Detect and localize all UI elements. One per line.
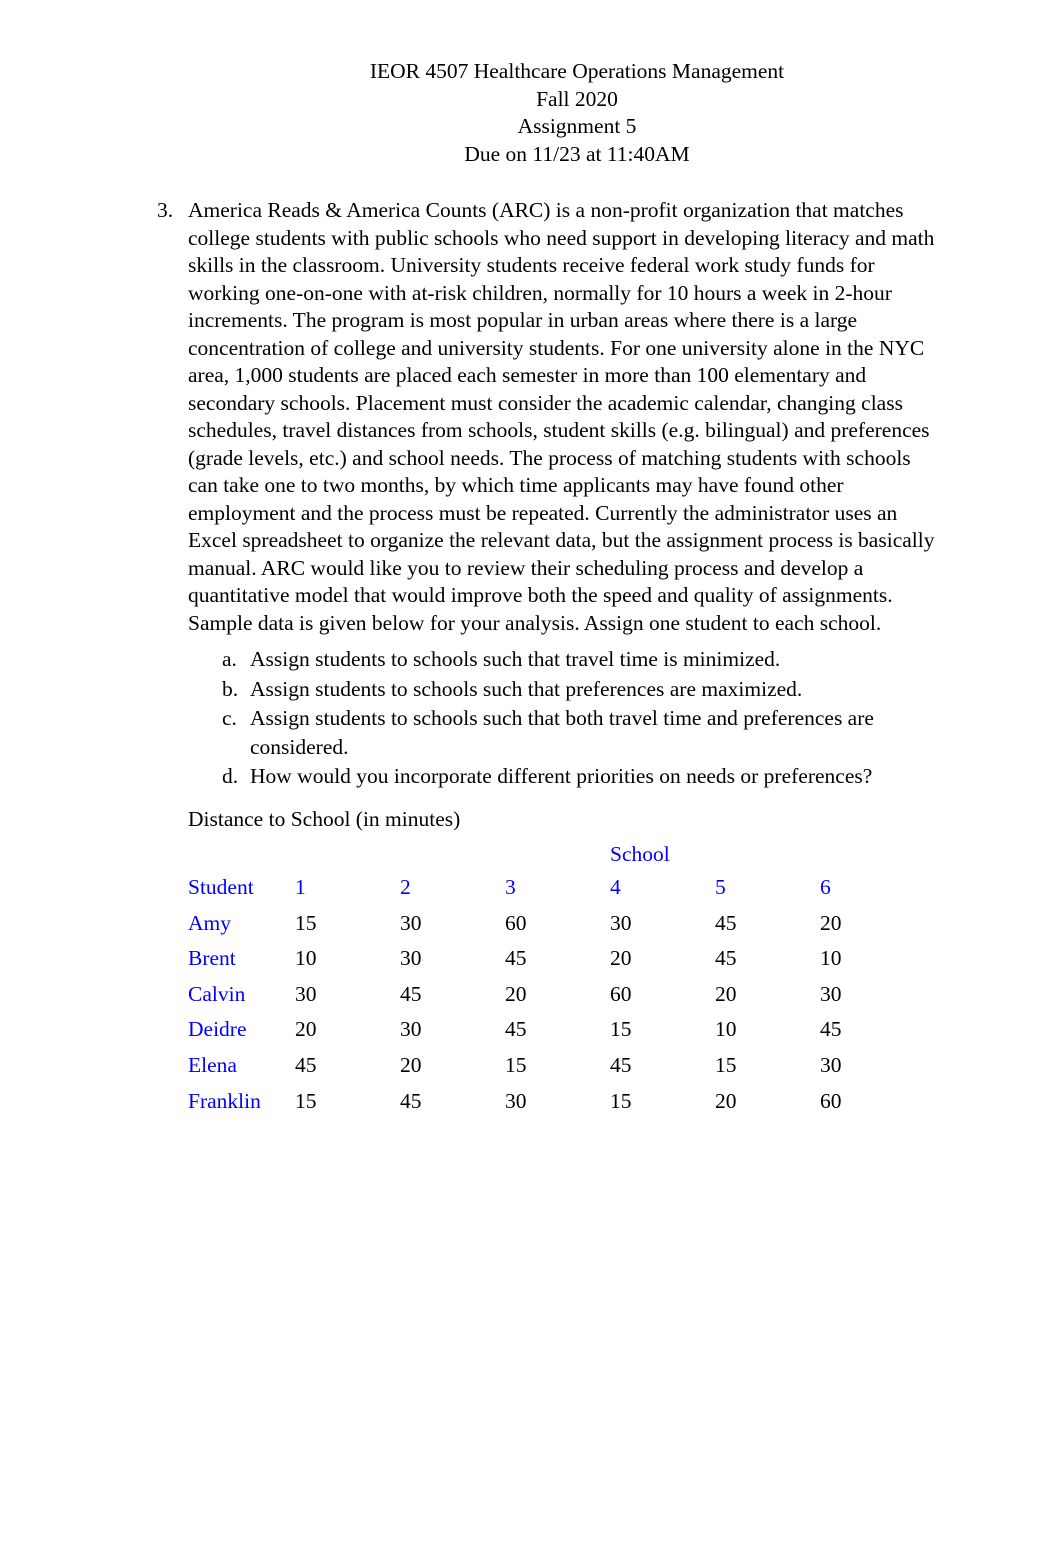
column-header-school-3: 3: [505, 875, 516, 899]
row-label-calvin: Calvin: [188, 981, 246, 1006]
list-item: a. Assign students to schools such that …: [222, 645, 947, 674]
column-header-school-2: 2: [400, 875, 411, 899]
cell-amy-5: 45: [715, 910, 737, 935]
cell-amy-3: 60: [505, 910, 527, 935]
cell-brent-3: 45: [505, 946, 527, 971]
group-header-spacer-6: [820, 838, 925, 870]
document-page: IEOR 4507 Healthcare Operations Manageme…: [0, 0, 1062, 1561]
column-header-student: Student: [188, 875, 254, 899]
list-item: b. Assign students to schools such that …: [222, 675, 947, 704]
subitem-marker-d: d.: [222, 764, 239, 788]
table-row: Elena 45 20 15 45 15 30: [188, 1048, 925, 1084]
cell-calvin-1: 30: [295, 981, 317, 1006]
group-header-spacer-1: [295, 838, 400, 870]
column-header-school-1: 1: [295, 875, 306, 899]
subitem-marker-b: b.: [222, 676, 239, 701]
subitem-text-d: How would you incorporate different prio…: [250, 764, 873, 788]
table-group-header-row: School: [188, 838, 925, 870]
problem-subitem-list: a. Assign students to schools such that …: [222, 645, 947, 791]
cell-deidre-3: 45: [505, 1017, 527, 1042]
problem-main-row: 3. America Reads & America Counts (ARC) …: [157, 197, 947, 792]
cell-franklin-6: 60: [820, 1088, 842, 1113]
problem-block: 3. America Reads & America Counts (ARC) …: [157, 197, 947, 792]
group-header-spacer-5: [715, 838, 820, 870]
cell-brent-5: 45: [715, 946, 737, 971]
cell-elena-5: 15: [715, 1052, 737, 1077]
row-label-brent: Brent: [188, 946, 236, 971]
distance-table-grid: School Student 1 2 3 4 5 6 Amy 15 30 60 …: [188, 838, 925, 1119]
problem-body: America Reads & America Counts (ARC) is …: [188, 197, 947, 792]
column-header-school-5: 5: [715, 875, 726, 899]
list-item: c. Assign students to schools such that …: [222, 704, 947, 761]
cell-amy-4: 30: [610, 910, 632, 935]
cell-deidre-5: 10: [715, 1017, 737, 1042]
column-header-school-4: 4: [610, 875, 621, 899]
group-header-spacer: [188, 838, 295, 870]
problem-number: 3.: [157, 198, 174, 222]
cell-franklin-2: 45: [400, 1088, 422, 1113]
subitem-marker-c: c.: [222, 706, 237, 730]
row-label-elena: Elena: [188, 1052, 237, 1077]
cell-amy-2: 30: [400, 910, 422, 935]
table-row: Brent 10 30 45 20 45 10: [188, 941, 925, 977]
subitem-marker-a: a.: [222, 647, 237, 671]
cell-franklin-5: 20: [715, 1088, 737, 1113]
problem-statement: America Reads & America Counts (ARC) is …: [188, 198, 935, 635]
cell-deidre-4: 15: [610, 1017, 632, 1042]
table-caption: Distance to School (in minutes): [188, 807, 461, 831]
header-line-course: IEOR 4507 Healthcare Operations Manageme…: [369, 59, 785, 83]
header-line-term: Fall 2020: [536, 86, 618, 111]
cell-amy-6: 20: [820, 910, 842, 935]
cell-brent-2: 30: [400, 946, 422, 971]
subitem-text-b: Assign students to schools such that pre…: [250, 676, 803, 701]
table-header-row: Student 1 2 3 4 5 6: [188, 870, 925, 906]
cell-calvin-3: 20: [505, 981, 527, 1006]
row-label-franklin: Franklin: [188, 1088, 261, 1113]
cell-calvin-5: 20: [715, 981, 737, 1006]
column-header-school-6: 6: [820, 875, 831, 899]
row-label-amy: Amy: [188, 910, 231, 935]
cell-elena-2: 20: [400, 1052, 422, 1077]
cell-deidre-6: 45: [820, 1017, 842, 1042]
table-row: Amy 15 30 60 30 45 20: [188, 906, 925, 942]
table-row: Franklin 15 45 30 15 20 60: [188, 1084, 925, 1120]
cell-franklin-3: 30: [505, 1088, 527, 1113]
cell-franklin-4: 15: [610, 1088, 632, 1113]
group-header-spacer-3: [505, 838, 610, 870]
row-label-deidre: Deidre: [188, 1017, 247, 1042]
cell-brent-6: 10: [820, 946, 842, 971]
cell-deidre-1: 20: [295, 1017, 317, 1042]
cell-brent-4: 20: [610, 946, 632, 971]
cell-amy-1: 15: [295, 910, 317, 935]
subitem-text-a: Assign students to schools such that tra…: [250, 647, 781, 671]
group-header-spacer-2: [400, 838, 505, 870]
cell-elena-1: 45: [295, 1052, 317, 1077]
table-row: Calvin 30 45 20 60 20 30: [188, 977, 925, 1013]
cell-elena-3: 15: [505, 1052, 527, 1077]
table-row: Deidre 20 30 45 15 10 45: [188, 1012, 925, 1048]
list-item: d. How would you incorporate different p…: [222, 762, 947, 791]
cell-elena-6: 30: [820, 1052, 842, 1077]
header-line-assignment: Assignment 5: [517, 114, 637, 139]
cell-calvin-2: 45: [400, 981, 422, 1006]
cell-calvin-6: 30: [820, 981, 842, 1006]
cell-calvin-4: 60: [610, 981, 632, 1006]
cell-brent-1: 10: [295, 946, 317, 971]
cell-deidre-2: 30: [400, 1017, 422, 1042]
subitem-text-c: Assign students to schools such that bot…: [250, 706, 874, 759]
cell-elena-4: 45: [610, 1052, 632, 1077]
document-header: IEOR 4507 Healthcare Operations Manageme…: [0, 58, 1062, 168]
table-group-header-school: School: [610, 842, 670, 866]
header-line-due: Due on 11/23 at 11:40AM: [464, 141, 690, 166]
cell-franklin-1: 15: [295, 1088, 317, 1113]
distance-table: School Student 1 2 3 4 5 6 Amy 15 30 60 …: [188, 838, 925, 1119]
